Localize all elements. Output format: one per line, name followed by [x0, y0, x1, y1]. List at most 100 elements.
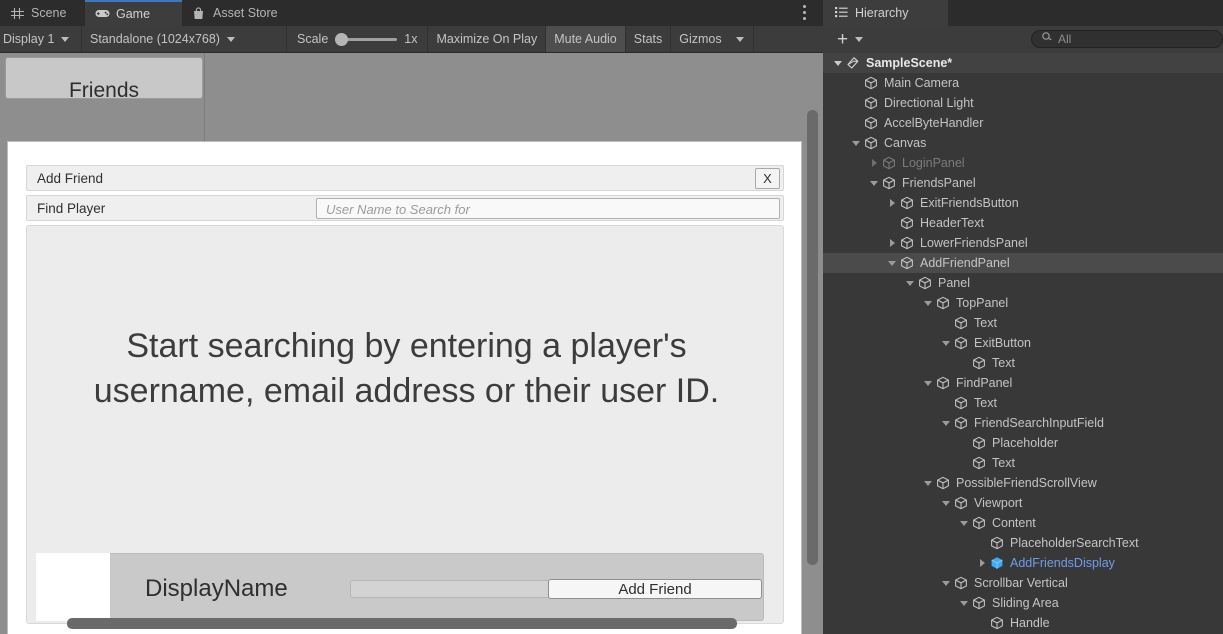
hierarchy-node-accelbytehandler[interactable]: AccelByteHandler: [823, 113, 1223, 133]
gameobject-cube-icon: [971, 435, 987, 451]
scale-slider-group[interactable]: Scale 1x: [287, 26, 429, 52]
hierarchy-node-text[interactable]: Text: [823, 453, 1223, 473]
friend-search-input-field[interactable]: User Name to Search for: [316, 198, 780, 219]
create-button[interactable]: +: [837, 30, 864, 49]
resolution-dropdown[interactable]: Standalone (1024x768): [82, 26, 287, 52]
search-placeholder: User Name to Search for: [326, 202, 470, 217]
node-icon-wrap: [953, 335, 974, 351]
hierarchy-toolbar: + All: [823, 26, 1223, 53]
hierarchy-node-panel[interactable]: Panel: [823, 273, 1223, 293]
gizmos-dropdown-button[interactable]: [730, 26, 754, 52]
hierarchy-search-input[interactable]: All: [1031, 30, 1223, 48]
hierarchy-node-placeholdersearchtext[interactable]: PlaceholderSearchText: [823, 533, 1223, 553]
hierarchy-node-label: FriendsPanel: [902, 176, 976, 190]
chevron-down-icon[interactable]: [939, 573, 953, 593]
chevron-down-icon[interactable]: [939, 333, 953, 353]
node-icon-wrap: [863, 115, 884, 131]
chevron-right-icon[interactable]: [975, 553, 989, 573]
hierarchy-node-handle[interactable]: Handle: [823, 613, 1223, 633]
chevron-down-icon[interactable]: [921, 373, 935, 393]
tab-asset-store[interactable]: Asset Store: [182, 0, 317, 26]
hierarchy-node-content[interactable]: Content: [823, 513, 1223, 533]
hierarchy-node-friendsearchinputfield[interactable]: FriendSearchInputField: [823, 413, 1223, 433]
horizontal-scrollbar-thumb[interactable]: [67, 618, 737, 629]
tab-scene-label: Scene: [31, 6, 67, 20]
scale-slider-track[interactable]: [335, 32, 398, 46]
mute-audio-button[interactable]: Mute Audio: [546, 26, 626, 52]
stats-button[interactable]: Stats: [626, 26, 672, 52]
scale-slider-knob[interactable]: [335, 32, 349, 46]
chevron-down-icon[interactable]: [939, 493, 953, 513]
maximize-on-play-button[interactable]: Maximize On Play: [428, 26, 547, 52]
hierarchy-node-exitbutton[interactable]: ExitButton: [823, 333, 1223, 353]
node-icon-wrap: [845, 55, 866, 71]
chevron-down-icon[interactable]: [957, 513, 971, 533]
hierarchy-node-sliding-area[interactable]: Sliding Area: [823, 593, 1223, 613]
chevron-right-icon[interactable]: [885, 193, 899, 213]
add-friend-button-label: Add Friend: [618, 580, 692, 598]
hierarchy-node-label: Sliding Area: [992, 596, 1059, 610]
hierarchy-node-canvas[interactable]: Canvas: [823, 133, 1223, 153]
friend-row-body: DisplayName Add Friend: [110, 553, 764, 621]
node-icon-wrap: [989, 555, 1010, 571]
game-view-vertical-scrollbar[interactable]: [807, 53, 818, 634]
tab-scene[interactable]: Scene: [0, 0, 85, 26]
hierarchy-node-exitfriendsbutton[interactable]: ExitFriendsButton: [823, 193, 1223, 213]
hierarchy-node-lowerfriendspanel[interactable]: LowerFriendsPanel: [823, 233, 1223, 253]
hierarchy-node-friendspanel[interactable]: FriendsPanel: [823, 173, 1223, 193]
node-icon-wrap: [971, 595, 992, 611]
chevron-down-icon[interactable]: [939, 413, 953, 433]
hierarchy-node-possiblefriendscrollview[interactable]: PossibleFriendScrollView: [823, 473, 1223, 493]
hierarchy-node-label: FindPanel: [956, 376, 1013, 390]
hierarchy-tree[interactable]: SampleScene* Main Camera Directional Light…: [823, 53, 1223, 634]
display-dropdown[interactable]: Display 1: [0, 26, 82, 52]
gameobject-cube-icon: [953, 335, 969, 351]
chevron-down-icon[interactable]: [921, 293, 935, 313]
hierarchy-node-main-camera[interactable]: Main Camera: [823, 73, 1223, 93]
chevron-right-icon[interactable]: [885, 233, 899, 253]
hierarchy-node-text[interactable]: Text: [823, 313, 1223, 333]
tab-hierarchy[interactable]: Hierarchy: [823, 0, 948, 26]
gizmos-button[interactable]: Gizmos: [671, 26, 729, 52]
game-view-horizontal-scrollbar[interactable]: [0, 618, 823, 629]
hierarchy-node-findpanel[interactable]: FindPanel: [823, 373, 1223, 393]
possible-friend-scroll-view[interactable]: Start searching by entering a player's u…: [26, 225, 784, 624]
gameobject-cube-icon: [953, 575, 969, 591]
chevron-down-icon[interactable]: [849, 133, 863, 153]
chevron-down-icon[interactable]: [867, 173, 881, 193]
hierarchy-node-label: TopPanel: [956, 296, 1009, 310]
chevron-down-icon[interactable]: [903, 273, 917, 293]
hierarchy-node-directional-light[interactable]: Directional Light: [823, 93, 1223, 113]
gameobject-cube-icon: [935, 375, 951, 391]
hierarchy-node-viewport[interactable]: Viewport: [823, 493, 1223, 513]
chevron-down-icon[interactable]: [885, 253, 899, 273]
hierarchy-node-samplescene[interactable]: SampleScene*: [823, 53, 1223, 73]
hierarchy-node-text[interactable]: Text: [823, 393, 1223, 413]
chevron-down-icon[interactable]: [921, 473, 935, 493]
chevron-down-icon[interactable]: [957, 593, 971, 613]
add-friend-button[interactable]: Add Friend: [548, 579, 762, 599]
hierarchy-node-addfriendsdisplay[interactable]: AddFriendsDisplay: [823, 553, 1223, 573]
vertical-scrollbar-thumb[interactable]: [807, 110, 818, 565]
hierarchy-node-placeholder[interactable]: Placeholder: [823, 433, 1223, 453]
kebab-menu-icon[interactable]: [803, 5, 807, 21]
hierarchy-node-addfriendpanel[interactable]: AddFriendPanel: [823, 253, 1223, 273]
tab-game[interactable]: Game: [85, 0, 182, 26]
hierarchy-node-headertext[interactable]: HeaderText: [823, 213, 1223, 233]
hierarchy-node-text[interactable]: Text: [823, 353, 1223, 373]
hierarchy-node-scrollbar-vertical[interactable]: Scrollbar Vertical: [823, 573, 1223, 593]
prefab-cube-icon: [989, 555, 1005, 571]
hierarchy-node-toppanel[interactable]: TopPanel: [823, 293, 1223, 313]
chevron-down-icon[interactable]: [831, 53, 845, 73]
node-icon-wrap: [863, 95, 884, 111]
friends-header-tab[interactable]: Friends: [5, 57, 203, 99]
game-render-area[interactable]: Friends Add Friend X Find Player User Na…: [0, 53, 823, 634]
hierarchy-node-loginpanel[interactable]: LoginPanel: [823, 153, 1223, 173]
chevron-right-icon[interactable]: [867, 153, 881, 173]
exit-button[interactable]: X: [755, 168, 780, 189]
gameobject-cube-icon: [935, 475, 951, 491]
